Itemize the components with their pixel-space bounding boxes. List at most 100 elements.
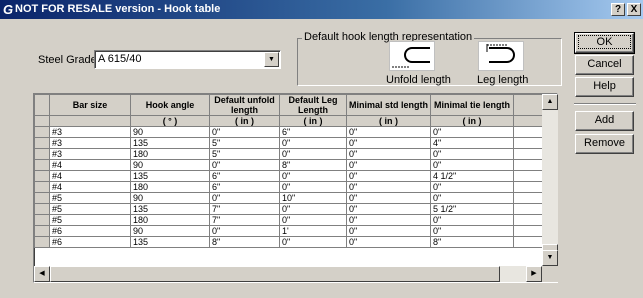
table-cell[interactable]: 0"	[345, 170, 432, 182]
row-selector[interactable]	[34, 159, 50, 171]
column-header-unfold-length[interactable]: Default unfold length	[209, 94, 280, 116]
remove-button[interactable]: Remove	[575, 134, 634, 154]
row-selector[interactable]	[34, 225, 50, 237]
table-cell-partial[interactable]	[513, 192, 545, 204]
table-cell[interactable]: #4	[49, 181, 131, 193]
table-cell[interactable]: #5	[49, 214, 131, 226]
table-cell[interactable]: 0"	[430, 225, 515, 237]
column-header-leg-length[interactable]: Default Leg Length	[279, 94, 347, 116]
row-selector[interactable]	[34, 236, 50, 248]
table-cell-partial[interactable]	[513, 137, 545, 149]
cancel-button[interactable]: Cancel	[575, 55, 634, 75]
table-cell[interactable]: 0"	[279, 170, 347, 182]
table-cell[interactable]: 0"	[279, 214, 347, 226]
row-selector[interactable]	[34, 126, 50, 138]
table-cell[interactable]: 0"	[430, 192, 515, 204]
table-cell[interactable]: 6"	[209, 170, 280, 182]
row-selector[interactable]	[34, 192, 50, 204]
table-cell[interactable]: 0"	[279, 236, 347, 248]
table-row[interactable]: #4 90 0" 8" 0" 0"	[34, 159, 545, 171]
table-cell[interactable]: #3	[49, 148, 131, 160]
table-cell[interactable]: 5 1/2"	[430, 203, 515, 215]
column-header-min-tie-length[interactable]: Minimal tie length	[430, 94, 515, 116]
table-cell[interactable]: 135	[130, 170, 210, 182]
table-row[interactable]: #5 135 7" 0" 0" 5 1/2"	[34, 203, 545, 215]
table-cell[interactable]: 0"	[345, 159, 432, 171]
chevron-down-icon[interactable]: ▼	[264, 52, 279, 67]
table-cell-partial[interactable]	[513, 126, 545, 138]
table-cell[interactable]: #4	[49, 170, 131, 182]
table-cell[interactable]: #3	[49, 126, 131, 138]
table-cell[interactable]: 180	[130, 148, 210, 160]
row-selector[interactable]	[34, 203, 50, 215]
row-selector[interactable]	[34, 181, 50, 193]
column-header-hook-angle[interactable]: Hook angle	[130, 94, 210, 116]
table-cell[interactable]: 0"	[209, 225, 280, 237]
table-cell[interactable]: 0"	[279, 137, 347, 149]
table-cell[interactable]: 135	[130, 236, 210, 248]
table-cell[interactable]: 0"	[430, 126, 515, 138]
table-cell-partial[interactable]	[513, 225, 545, 237]
table-cell[interactable]: 5"	[209, 137, 280, 149]
vertical-scrollbar[interactable]: ▲ ▼	[542, 94, 558, 266]
table-cell[interactable]: 8"	[430, 236, 515, 248]
table-cell[interactable]: 0"	[209, 192, 280, 204]
table-row[interactable]: #5 180 7" 0" 0" 0"	[34, 214, 545, 226]
table-cell[interactable]: 0"	[345, 192, 432, 204]
table-cell[interactable]: 180	[130, 214, 210, 226]
table-row[interactable]: #6 90 0" 1' 0" 0"	[34, 225, 545, 237]
column-header-min-std-length[interactable]: Minimal std length	[345, 94, 432, 116]
table-cell[interactable]: 90	[130, 159, 210, 171]
table-cell-partial[interactable]	[513, 236, 545, 248]
table-cell[interactable]: 8"	[279, 159, 347, 171]
table-cell[interactable]: #4	[49, 159, 131, 171]
table-cell[interactable]: 5"	[209, 148, 280, 160]
table-cell[interactable]: 0"	[209, 159, 280, 171]
help-button[interactable]: Help	[575, 77, 634, 97]
horizontal-scroll-thumb[interactable]	[50, 266, 500, 282]
table-cell[interactable]: 135	[130, 137, 210, 149]
table-row[interactable]: #4 180 6" 0" 0" 0"	[34, 181, 545, 193]
table-cell[interactable]: 7"	[209, 214, 280, 226]
table-cell-partial[interactable]	[513, 170, 545, 182]
table-cell[interactable]: 0"	[345, 236, 432, 248]
table-cell[interactable]: 0"	[345, 225, 432, 237]
unfold-length-option[interactable]	[389, 41, 435, 71]
table-cell[interactable]: #5	[49, 203, 131, 215]
scroll-up-icon[interactable]: ▲	[542, 94, 558, 110]
table-cell[interactable]: 10"	[279, 192, 347, 204]
table-cell-partial[interactable]	[513, 148, 545, 160]
table-cell[interactable]: 7"	[209, 203, 280, 215]
scroll-left-icon[interactable]: ◀	[34, 266, 50, 282]
row-selector[interactable]	[34, 214, 50, 226]
table-row[interactable]: #4 135 6" 0" 0" 4 1/2"	[34, 170, 545, 182]
table-cell[interactable]: 1'	[279, 225, 347, 237]
table-cell[interactable]: 4"	[430, 137, 515, 149]
table-cell[interactable]: 180	[130, 181, 210, 193]
table-row[interactable]: #6 135 8" 0" 0" 8"	[34, 236, 545, 248]
table-cell[interactable]: 0"	[430, 181, 515, 193]
table-cell[interactable]: #6	[49, 225, 131, 237]
table-cell[interactable]: 90	[130, 192, 210, 204]
steel-grade-select[interactable]: A 615/40 ▼	[94, 50, 281, 69]
table-cell[interactable]: 4 1/2"	[430, 170, 515, 182]
table-row[interactable]: #3 90 0" 6" 0" 0"	[34, 126, 545, 138]
table-cell[interactable]: 0"	[345, 137, 432, 149]
table-cell-partial[interactable]	[513, 159, 545, 171]
table-cell[interactable]: #6	[49, 236, 131, 248]
add-button[interactable]: Add	[575, 111, 634, 131]
table-cell[interactable]: 6"	[209, 181, 280, 193]
horizontal-scrollbar[interactable]: ◀ ▶	[34, 266, 542, 282]
scroll-down-icon[interactable]: ▼	[542, 250, 558, 266]
table-cell[interactable]: 6"	[279, 126, 347, 138]
table-cell[interactable]: 0"	[209, 126, 280, 138]
table-cell[interactable]: 0"	[345, 181, 432, 193]
table-cell[interactable]: 90	[130, 126, 210, 138]
table-row[interactable]: #5 90 0" 10" 0" 0"	[34, 192, 545, 204]
scroll-right-icon[interactable]: ▶	[526, 266, 542, 282]
column-header-bar-size[interactable]: Bar size	[49, 94, 131, 116]
table-cell[interactable]: 8"	[209, 236, 280, 248]
row-selector[interactable]	[34, 137, 50, 149]
close-button[interactable]: X	[627, 3, 641, 16]
table-cell[interactable]: 0"	[279, 181, 347, 193]
